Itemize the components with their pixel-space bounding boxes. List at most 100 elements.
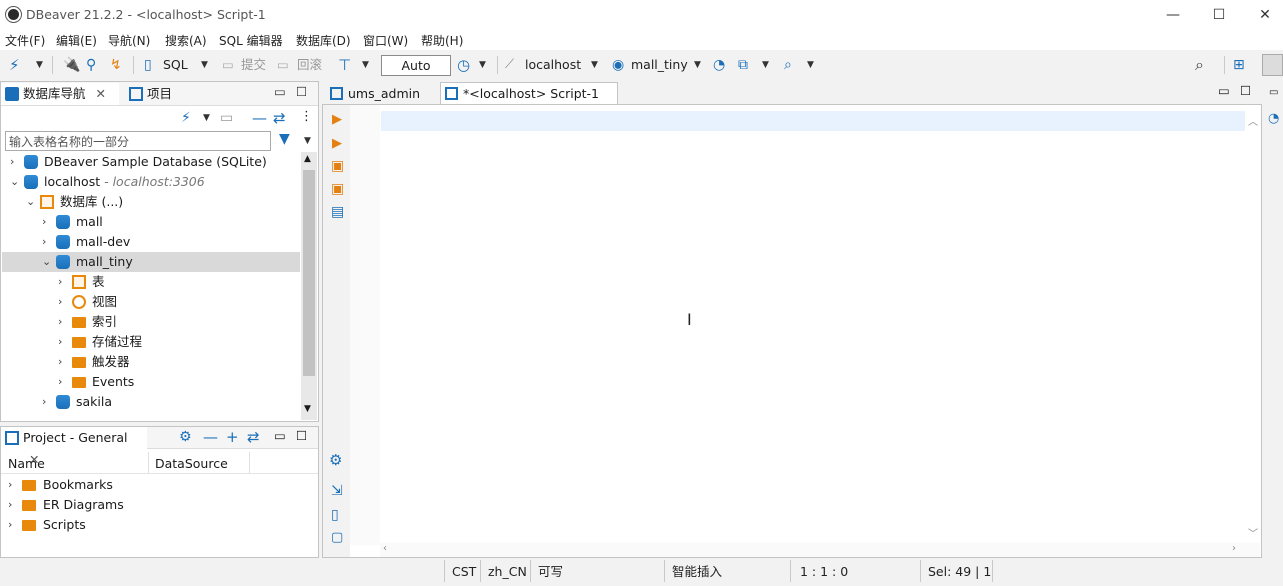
sql-editor-icon[interactable]: ▯ xyxy=(144,55,152,75)
new-connection-dropdown-icon[interactable]: ▼ xyxy=(36,55,43,75)
connect-icon[interactable]: 🔌 xyxy=(63,55,80,75)
execute-script-icon[interactable]: ▣ xyxy=(331,158,344,174)
expand-arrow-icon[interactable]: › xyxy=(58,332,62,352)
collapse-arrow-icon[interactable]: ⌄ xyxy=(26,192,35,212)
disconnect-icon[interactable]: ⚲ xyxy=(86,55,96,75)
scroll-right-icon[interactable]: › xyxy=(1232,543,1236,554)
er-diagram-icon[interactable]: ⧉ xyxy=(738,55,748,75)
history-icon[interactable]: ◷ xyxy=(457,55,470,75)
transaction-dropdown-icon[interactable]: ▼ xyxy=(362,55,369,75)
expand-arrow-icon[interactable]: › xyxy=(10,152,14,172)
tab-database-navigator[interactable]: 数据库导航 ✕ xyxy=(1,83,119,105)
filter-dropdown-icon[interactable]: ▼ xyxy=(304,136,311,146)
collapse-all-icon[interactable]: — xyxy=(203,428,218,446)
new-dropdown-icon[interactable]: ▼ xyxy=(203,113,210,123)
expand-arrow-icon[interactable]: › xyxy=(58,372,62,392)
rollback-button[interactable]: 回滚 xyxy=(297,55,322,75)
minimize-button[interactable]: — xyxy=(1150,0,1196,30)
tree-node[interactable]: › mall xyxy=(2,212,300,232)
connection-dropdown-icon[interactable]: ▼ xyxy=(591,55,598,75)
expand-arrow-icon[interactable]: › xyxy=(8,495,12,515)
tree-node[interactable]: › 视图 xyxy=(2,292,300,312)
expand-arrow-icon[interactable]: › xyxy=(58,352,62,372)
collapse-arrow-icon[interactable]: ⌄ xyxy=(42,252,51,272)
menu-window[interactable]: 窗口(W) xyxy=(363,32,408,49)
open-perspective-icon[interactable]: ⊞ xyxy=(1233,55,1245,75)
expand-arrow-icon[interactable]: › xyxy=(8,475,12,495)
active-schema-selector[interactable]: mall_tiny xyxy=(631,55,688,75)
link-editor-icon[interactable]: ⇄ xyxy=(273,109,286,127)
configure-icon[interactable]: ⚙ xyxy=(179,429,192,445)
menu-sql-editor[interactable]: SQL 编辑器 xyxy=(219,32,283,49)
explain-plan-icon[interactable]: ▤ xyxy=(331,204,344,220)
global-search-icon[interactable]: ⌕ xyxy=(1195,55,1204,75)
maximize-button[interactable]: ☐ xyxy=(1196,0,1242,30)
link-editor-icon[interactable]: ⇄ xyxy=(247,428,260,446)
sql-editor-button[interactable]: SQL xyxy=(163,55,188,75)
load-script-icon[interactable]: ▯ xyxy=(331,507,339,523)
invalidate-reconnect-icon[interactable]: ↯ xyxy=(110,55,122,75)
collapse-arrow-icon[interactable]: ⌄ xyxy=(10,172,19,192)
project-item-scripts[interactable]: › Scripts xyxy=(1,515,299,535)
menu-file[interactable]: 文件(F) xyxy=(5,32,45,49)
schema-dropdown-icon[interactable]: ▼ xyxy=(694,55,701,75)
er-dropdown-icon[interactable]: ▼ xyxy=(762,55,769,75)
maximize-editor-icon[interactable]: ☐ xyxy=(1240,83,1251,98)
expand-arrow-icon[interactable]: › xyxy=(42,212,46,232)
scroll-down-icon[interactable]: ▼ xyxy=(304,404,311,414)
column-name[interactable]: Name xyxy=(8,456,45,471)
scroll-up-icon[interactable]: ︿ xyxy=(1248,113,1258,128)
maximize-panel-icon[interactable]: ☐ xyxy=(296,84,307,99)
transaction-mode-icon[interactable]: ⊤ xyxy=(338,55,351,75)
scroll-left-icon[interactable]: ‹ xyxy=(383,543,387,554)
dashboard-icon[interactable]: ◔ xyxy=(713,55,725,75)
dbeaver-perspective-icon[interactable] xyxy=(1262,54,1283,76)
minimize-panel-icon[interactable]: ▭ xyxy=(274,428,286,443)
editor-tab-ums-admin[interactable]: ums_admin xyxy=(326,83,436,105)
execute-statement-icon[interactable]: ▶ xyxy=(332,112,342,127)
search-tool-icon[interactable]: ⌕ xyxy=(784,55,792,75)
minimize-editor-icon[interactable]: ▭ xyxy=(1218,83,1230,98)
export-icon[interactable]: ⇲ xyxy=(331,483,343,499)
history-dropdown-icon[interactable]: ▼ xyxy=(479,55,486,75)
menu-edit[interactable]: 编辑(E) xyxy=(56,32,97,49)
menu-help[interactable]: 帮助(H) xyxy=(421,32,463,49)
tree-node[interactable]: › sakila xyxy=(2,392,300,412)
expand-arrow-icon[interactable]: › xyxy=(42,392,46,412)
outline-icon[interactable]: ◔ xyxy=(1268,111,1279,126)
tree-node[interactable]: ⌄ 数据库 (...) xyxy=(2,192,300,212)
active-connection-selector[interactable]: localhost xyxy=(525,55,581,75)
collapse-all-icon[interactable]: — xyxy=(252,109,267,127)
tab-project-general[interactable]: Project - General ✕ xyxy=(1,427,147,467)
project-item-bookmarks[interactable]: › Bookmarks xyxy=(1,475,299,495)
expand-arrow-icon[interactable]: › xyxy=(58,312,62,332)
sql-editor[interactable]: ▶ ▶ ▣ ▣ ▤ ⚙ ⇲ ▯ ▢ I ︿ ﹀ ‹ › xyxy=(322,104,1262,558)
tree-node[interactable]: › 索引 xyxy=(2,312,300,332)
restore-icon[interactable]: ▭ xyxy=(1269,87,1278,98)
expand-arrow-icon[interactable]: › xyxy=(58,272,62,292)
tree-node[interactable]: ⌄ mall_tiny xyxy=(2,252,300,272)
execute-new-tab-icon[interactable]: ▶ xyxy=(332,136,342,151)
menu-database[interactable]: 数据库(D) xyxy=(296,32,351,49)
view-menu-icon[interactable]: ⋮ xyxy=(300,109,313,124)
expand-arrow-icon[interactable]: › xyxy=(42,232,46,252)
tree-node[interactable]: › DBeaver Sample Database (SQLite) xyxy=(2,152,300,172)
column-datasource[interactable]: DataSource xyxy=(155,456,228,471)
tree-node[interactable]: › mall-dev xyxy=(2,232,300,252)
close-button[interactable]: ✕ xyxy=(1242,0,1283,30)
maximize-panel-icon[interactable]: ☐ xyxy=(296,428,307,443)
expand-arrow-icon[interactable]: › xyxy=(8,515,12,535)
menu-search[interactable]: 搜索(A) xyxy=(165,32,207,49)
sql-dropdown-icon[interactable]: ▼ xyxy=(201,55,208,75)
tree-node[interactable]: › Events xyxy=(2,372,300,392)
scroll-down-icon[interactable]: ﹀ xyxy=(1248,525,1258,540)
new-connection-icon[interactable]: ⚡ xyxy=(9,55,20,75)
editor-tab-script-1[interactable]: *<localhost> Script-1 ✕ xyxy=(440,82,618,123)
filter-input[interactable]: 输入表格名称的一部分 xyxy=(5,131,271,151)
project-item-er-diagrams[interactable]: › ER Diagrams xyxy=(1,495,299,515)
tree-node[interactable]: › 触发器 xyxy=(2,352,300,372)
expand-icon[interactable]: + xyxy=(226,428,239,446)
tree-node[interactable]: › 表 xyxy=(2,272,300,292)
expand-arrow-icon[interactable]: › xyxy=(58,292,62,312)
editor-horizontal-scrollbar[interactable]: ‹ › xyxy=(380,543,1260,557)
